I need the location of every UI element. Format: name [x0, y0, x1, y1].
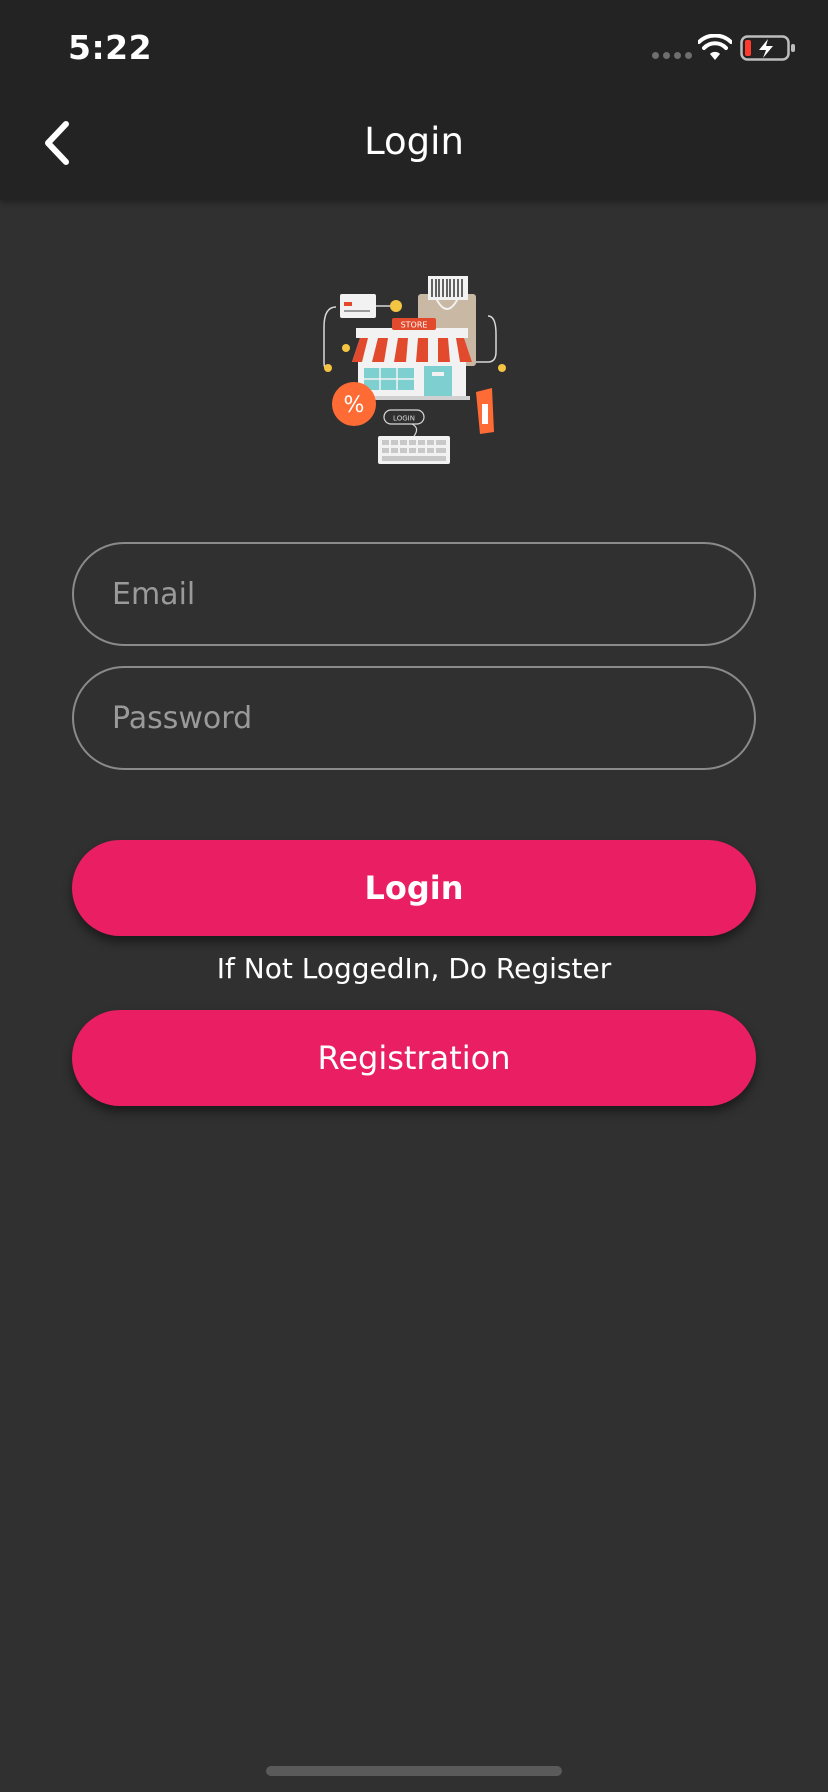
- svg-text:%: %: [344, 393, 365, 418]
- page-title: Login: [364, 120, 464, 163]
- login-button[interactable]: Login: [72, 840, 756, 936]
- battery-charging-icon: [740, 35, 795, 61]
- email-input[interactable]: [72, 542, 756, 646]
- top-bar: 5:22 Login: [0, 0, 828, 200]
- store-logo-icon: STORE % LOGIN: [323, 276, 506, 464]
- wifi-icon: [698, 34, 732, 60]
- login-tag: LOGIN: [393, 415, 415, 423]
- login-screen: 5:22 Login STORE % LOGIN Email Login If …: [0, 0, 828, 1792]
- store-sign: STORE: [401, 321, 428, 330]
- registration-button[interactable]: Registration: [72, 1010, 756, 1106]
- status-time: 5:22: [68, 28, 153, 67]
- home-indicator[interactable]: [266, 1766, 562, 1776]
- signal-icon: [652, 52, 692, 59]
- password-input[interactable]: [72, 666, 756, 770]
- register-hint: If Not LoggedIn, Do Register: [216, 952, 612, 985]
